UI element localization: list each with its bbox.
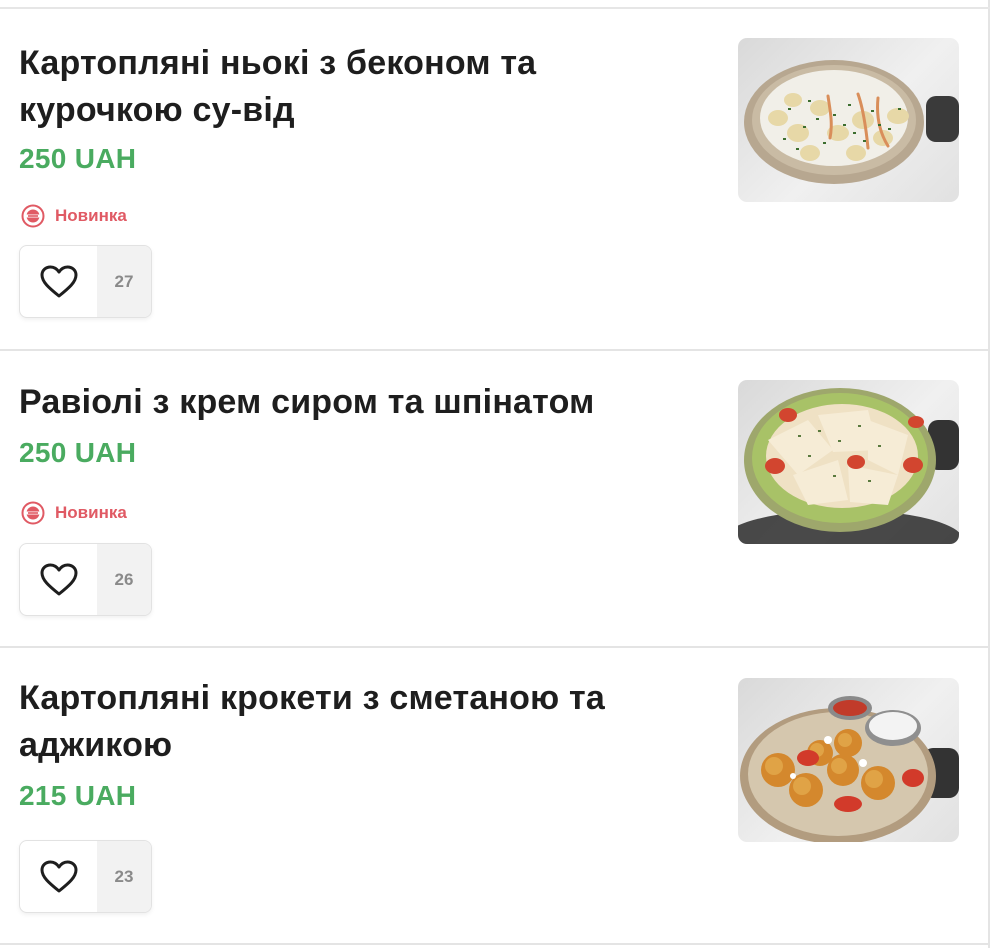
like-button[interactable] [20, 841, 97, 912]
menu-item[interactable]: Картопляні ньокі з беконом та курочкою с… [0, 9, 990, 351]
item-title: Равіолі з крем сиром та шпінатом [19, 379, 709, 426]
like-count: 27 [97, 246, 151, 317]
dish-photo[interactable] [738, 38, 959, 202]
item-title: Картопляні крокети з сметаною та аджикою [19, 675, 709, 769]
item-title-line: аджикою [19, 726, 173, 764]
new-badge-icon [21, 501, 45, 525]
item-price: 250 UAH [19, 437, 137, 468]
menu-item[interactable]: Равіолі з крем сиром та шпінатом 250 UAH… [0, 351, 990, 648]
item-title-line: Равіолі з крем сиром та шпінатом [19, 383, 595, 421]
item-title-line: Картопляні крокети з сметаною та [19, 679, 605, 717]
item-title-line: курочкою су-від [19, 91, 295, 129]
like-widget: 27 [19, 245, 152, 318]
dish-photo[interactable] [738, 678, 959, 842]
dish-photo[interactable] [738, 380, 959, 544]
new-badge: Новинка [21, 203, 127, 229]
menu-item[interactable]: Картопляні крокети з сметаною та аджикою… [0, 648, 990, 945]
heart-icon [40, 563, 77, 595]
new-badge: Новинка [21, 500, 127, 526]
item-price: 250 UAH [19, 143, 137, 174]
like-widget: 26 [19, 543, 152, 616]
like-button[interactable] [20, 246, 97, 317]
item-title-line: Картопляні ньокі з беконом та [19, 44, 537, 82]
like-button[interactable] [20, 544, 97, 615]
item-title: Картопляні ньокі з беконом та курочкою с… [19, 40, 709, 134]
item-price: 215 UAH [19, 780, 137, 811]
menu-list: Картопляні ньокі з беконом та курочкою с… [0, 0, 990, 948]
heart-icon [40, 860, 77, 892]
new-badge-label: Новинка [55, 206, 127, 225]
new-badge-icon [21, 204, 45, 228]
heart-icon [40, 265, 77, 297]
new-badge-label: Новинка [55, 503, 127, 522]
like-widget: 23 [19, 840, 152, 913]
like-count: 26 [97, 544, 151, 615]
like-count: 23 [97, 841, 151, 912]
